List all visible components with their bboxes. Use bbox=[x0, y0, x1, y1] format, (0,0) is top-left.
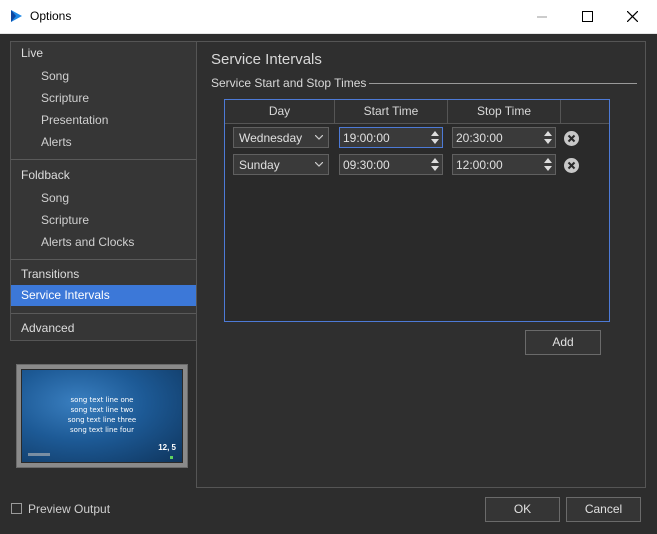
day-select[interactable]: Wednesday bbox=[233, 127, 329, 148]
preview-lyric-line: song text line one bbox=[70, 396, 134, 404]
column-header-empty bbox=[561, 100, 609, 123]
remove-interval-icon[interactable] bbox=[564, 158, 579, 173]
preview-counter: 12, 5 bbox=[158, 443, 176, 452]
add-interval-button[interactable]: Add bbox=[525, 330, 601, 355]
sidebar-item-foldback-alerts-clocks[interactable]: Alerts and Clocks bbox=[41, 235, 134, 249]
caret-up-icon[interactable] bbox=[431, 158, 439, 163]
sidebar-item-advanced[interactable]: Advanced bbox=[21, 321, 74, 335]
intervals-table: Day Start Time Stop Time Wednesday 19:00… bbox=[224, 99, 610, 322]
ok-button[interactable]: OK bbox=[485, 497, 560, 522]
time-spinner[interactable] bbox=[428, 155, 442, 174]
time-spinner[interactable] bbox=[428, 128, 442, 147]
sidebar-item-live-alerts[interactable]: Alerts bbox=[41, 135, 72, 149]
sidebar-group-foldback[interactable]: Foldback bbox=[21, 168, 70, 182]
column-header-day[interactable]: Day bbox=[225, 100, 335, 123]
caret-up-icon[interactable] bbox=[431, 131, 439, 136]
stop-time-field[interactable]: 12:00:00 bbox=[452, 154, 556, 175]
caret-up-icon[interactable] bbox=[544, 158, 552, 163]
sidebar-item-foldback-song[interactable]: Song bbox=[41, 191, 69, 205]
status-dot-icon bbox=[170, 456, 173, 459]
column-header-start-time[interactable]: Start Time bbox=[335, 100, 448, 123]
window-title: Options bbox=[30, 9, 72, 23]
divider bbox=[11, 259, 196, 260]
preview-lyric-line: song text line two bbox=[70, 406, 134, 414]
caret-down-icon[interactable] bbox=[544, 139, 552, 144]
sidebar-item-live-song[interactable]: Song bbox=[41, 69, 69, 83]
start-time-value: 09:30:00 bbox=[343, 158, 390, 172]
divider bbox=[11, 313, 196, 314]
day-select-value: Sunday bbox=[239, 158, 280, 172]
section-title: Service Start and Stop Times bbox=[211, 76, 367, 90]
caret-down-icon[interactable] bbox=[431, 166, 439, 171]
chevron-down-icon bbox=[315, 135, 323, 140]
preview-lyric-line: song text line four bbox=[70, 426, 134, 434]
sidebar-item-foldback-scripture[interactable]: Scripture bbox=[41, 213, 89, 227]
cancel-button[interactable]: Cancel bbox=[566, 497, 641, 522]
stop-time-field[interactable]: 20:30:00 bbox=[452, 127, 556, 148]
start-time-field[interactable]: 19:00:00 bbox=[339, 127, 443, 148]
maximize-button[interactable] bbox=[565, 0, 610, 33]
preview-lyric-line: song text line three bbox=[67, 416, 137, 424]
stop-time-value: 20:30:00 bbox=[456, 131, 503, 145]
table-header: Day Start Time Stop Time bbox=[225, 100, 609, 124]
sidebar-item-transitions[interactable]: Transitions bbox=[21, 267, 79, 281]
preview-output-checkbox[interactable] bbox=[11, 503, 22, 514]
day-select-value: Wednesday bbox=[239, 131, 303, 145]
output-preview: song text line one song text line two so… bbox=[16, 364, 188, 468]
day-select[interactable]: Sunday bbox=[233, 154, 329, 175]
preview-output-label[interactable]: Preview Output bbox=[28, 502, 110, 516]
chevron-down-icon bbox=[315, 162, 323, 167]
time-spinner[interactable] bbox=[541, 128, 555, 147]
caret-up-icon[interactable] bbox=[544, 131, 552, 136]
divider bbox=[11, 159, 196, 160]
service-intervals-panel: Service Intervals Service Start and Stop… bbox=[196, 41, 646, 488]
title-bar: Options bbox=[0, 0, 657, 34]
play-logo-icon bbox=[9, 9, 23, 23]
start-time-value: 19:00:00 bbox=[343, 131, 390, 145]
close-button[interactable] bbox=[610, 0, 655, 33]
sidebar-item-live-scripture[interactable]: Scripture bbox=[41, 91, 89, 105]
caret-down-icon[interactable] bbox=[544, 166, 552, 171]
sidebar-item-live-presentation[interactable]: Presentation bbox=[41, 113, 108, 127]
sidebar-item-label: Service Intervals bbox=[21, 288, 110, 302]
caret-down-icon[interactable] bbox=[431, 139, 439, 144]
preview-logo bbox=[28, 453, 50, 456]
options-sidebar: Live Song Scripture Presentation Alerts … bbox=[10, 41, 197, 341]
sidebar-item-service-intervals[interactable]: Service Intervals bbox=[11, 285, 196, 306]
remove-interval-icon[interactable] bbox=[564, 131, 579, 146]
column-header-stop-time[interactable]: Stop Time bbox=[448, 100, 561, 123]
start-time-field[interactable]: 09:30:00 bbox=[339, 154, 443, 175]
stop-time-value: 12:00:00 bbox=[456, 158, 503, 172]
preview-screen: song text line one song text line two so… bbox=[21, 369, 183, 463]
section-divider bbox=[369, 83, 637, 84]
time-spinner[interactable] bbox=[541, 155, 555, 174]
minimize-button[interactable] bbox=[520, 0, 565, 33]
sidebar-group-live[interactable]: Live bbox=[21, 46, 43, 60]
page-title: Service Intervals bbox=[211, 51, 322, 68]
